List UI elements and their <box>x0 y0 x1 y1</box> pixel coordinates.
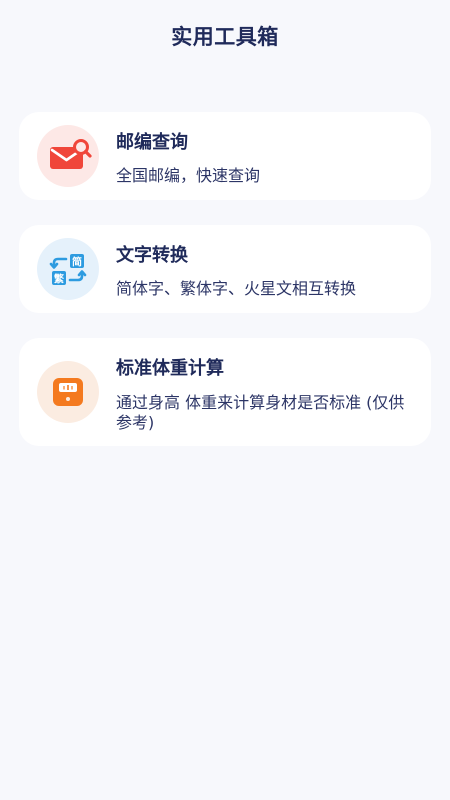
tool-description: 全国邮编，快速查询 <box>116 166 261 185</box>
weight-scale-icon <box>37 361 99 423</box>
tool-description: 通过身高 体重来计算身材是否标准 (仅供参考) <box>116 393 405 432</box>
tool-card-weight[interactable]: 标准体重计算 通过身高 体重来计算身材是否标准 (仅供参考) <box>19 338 431 446</box>
tool-title: 标准体重计算 <box>116 358 224 379</box>
envelope-search-icon <box>37 125 99 187</box>
tool-title: 邮编查询 <box>116 132 188 153</box>
tool-card-text-convert[interactable]: 简 繁 文字转换 简体字、繁体字、火星文相互转换 <box>19 225 431 313</box>
tool-title: 文字转换 <box>116 245 188 266</box>
simplified-glyph: 简 <box>72 256 82 269</box>
page-title: 实用工具箱 <box>171 25 279 49</box>
tool-card-postcode[interactable]: 邮编查询 全国邮编，快速查询 <box>19 112 431 200</box>
header-bar: 实用工具箱 <box>0 0 450 72</box>
traditional-glyph: 繁 <box>53 273 65 286</box>
tool-description: 简体字、繁体字、火星文相互转换 <box>116 279 357 298</box>
text-convert-icon: 简 繁 <box>37 238 99 300</box>
